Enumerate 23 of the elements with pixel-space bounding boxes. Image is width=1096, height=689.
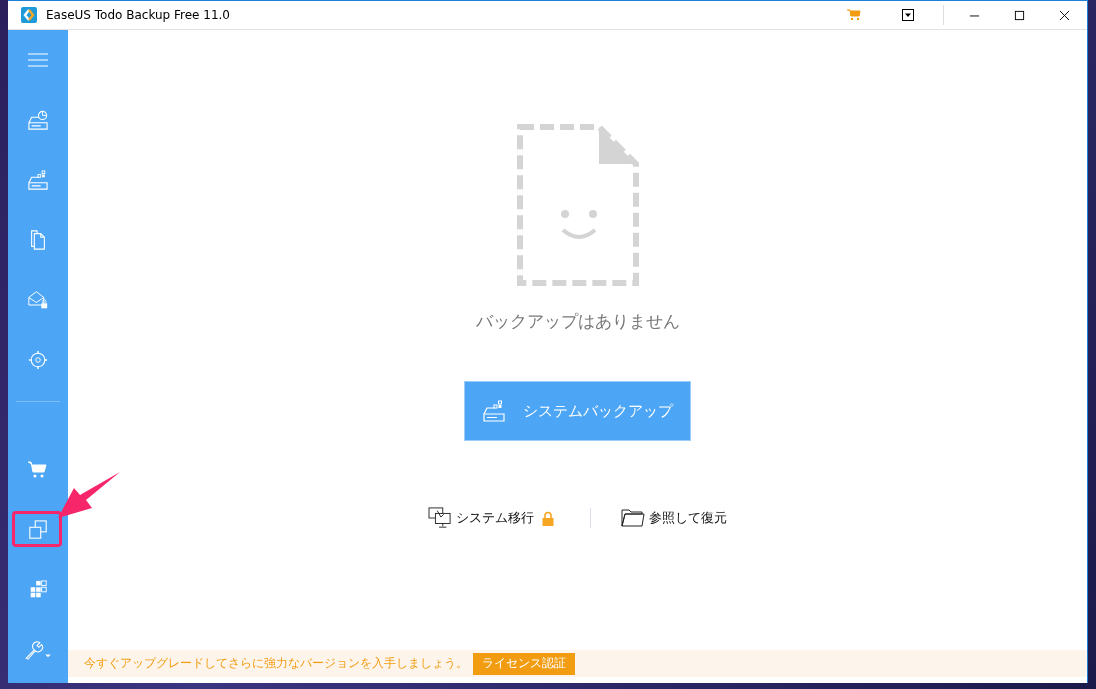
files-icon — [28, 230, 48, 250]
overlapping-squares-icon — [28, 520, 48, 540]
empty-message: バックアップはありません — [475, 310, 680, 333]
upgrade-message: 今すぐアップグレードしてさらに強力なバージョンを入手しましょう。 — [84, 655, 468, 672]
folder-icon — [621, 507, 645, 529]
action-link[interactable]: システム移行 — [428, 507, 554, 529]
cart-icon — [28, 460, 48, 480]
maximize-icon[interactable] — [1014, 9, 1025, 21]
menu-icon[interactable] — [28, 50, 48, 70]
cart-icon[interactable] — [847, 9, 861, 21]
target-icon — [28, 350, 48, 370]
disk-partition-icon — [28, 170, 48, 190]
monitors-icon — [428, 507, 452, 529]
dropdown-menu-icon[interactable] — [901, 9, 915, 21]
action-link[interactable]: 参照して復元 — [621, 507, 727, 529]
app-logo-icon — [21, 7, 37, 23]
disk-pie-chart-icon — [28, 110, 48, 130]
close-icon[interactable] — [1059, 9, 1070, 21]
disk-partition-icon — [482, 400, 505, 422]
mail-lock-icon — [28, 290, 48, 310]
wrench-dropdown-icon — [24, 640, 52, 660]
window-title: EaseUS Todo Backup Free 11.0 — [46, 8, 230, 22]
tiles-icon — [28, 580, 48, 600]
